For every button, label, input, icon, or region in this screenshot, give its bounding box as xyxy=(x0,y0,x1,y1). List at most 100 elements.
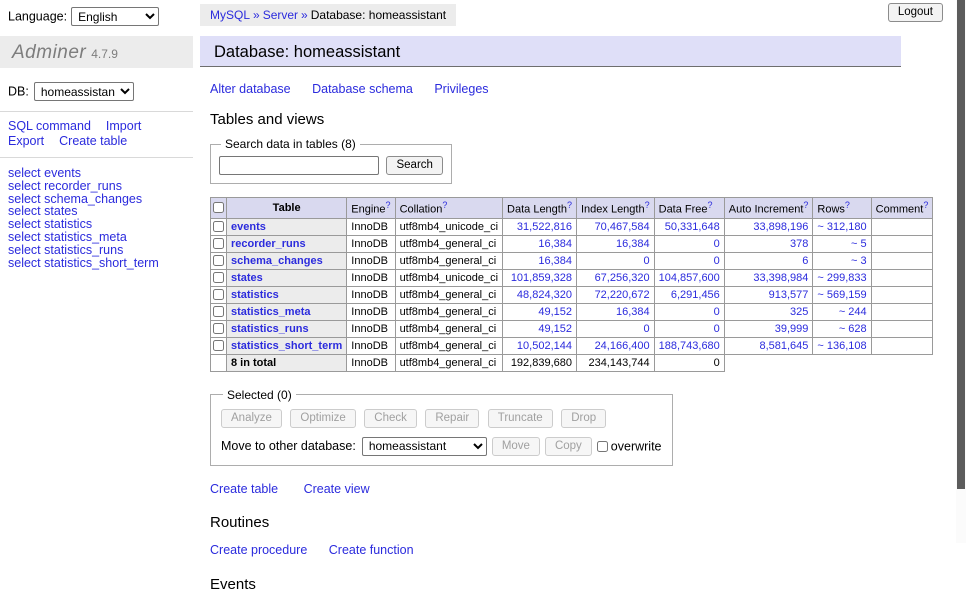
index-length-link[interactable]: 16,384 xyxy=(616,238,650,250)
breadcrumb-link-mysql[interactable]: MySQL xyxy=(210,8,250,22)
auto-increment-link[interactable]: 8,581,645 xyxy=(759,340,808,352)
copy-button[interactable]: Copy xyxy=(545,437,592,456)
breadcrumb-link-server[interactable]: Server xyxy=(263,8,298,22)
table-link[interactable]: statistics_short_term xyxy=(44,256,159,270)
search-button[interactable]: Search xyxy=(386,156,442,175)
data-free-link[interactable]: 50,331,648 xyxy=(665,221,720,233)
data-free-link[interactable]: 0 xyxy=(714,306,720,318)
auto-increment-link[interactable]: 6 xyxy=(802,255,808,267)
table-name-link[interactable]: schema_changes xyxy=(231,255,323,267)
auto-increment-link[interactable]: 39,999 xyxy=(775,323,809,335)
data-length-link[interactable]: 49,152 xyxy=(538,323,572,335)
header-row: Table Engine? Collation? Data Length? In… xyxy=(211,198,933,219)
data-free-link[interactable]: 6,291,456 xyxy=(671,289,720,301)
logout-button[interactable]: Logout xyxy=(888,3,943,22)
index-length-link[interactable]: 0 xyxy=(644,255,650,267)
repair-button[interactable]: Repair xyxy=(425,409,479,428)
move-database-select[interactable]: homeassistant xyxy=(362,437,487,456)
help-icon[interactable]: ? xyxy=(923,200,928,210)
row-checkbox[interactable] xyxy=(213,221,224,232)
help-icon[interactable]: ? xyxy=(803,200,808,210)
auto-increment-link[interactable]: 913,577 xyxy=(769,289,809,301)
sidebar-link-sql-command[interactable]: SQL command xyxy=(8,119,91,133)
overwrite-checkbox[interactable] xyxy=(597,441,608,452)
create-table-link[interactable]: Create table xyxy=(210,482,278,496)
collation-cell: utf8mb4_general_ci xyxy=(395,235,502,252)
analyze-button[interactable]: Analyze xyxy=(221,409,282,428)
table-name-link[interactable]: statistics_short_term xyxy=(231,340,342,352)
select-link[interactable]: select xyxy=(8,256,41,270)
auto-increment-link[interactable]: 325 xyxy=(790,306,808,318)
data-length-link[interactable]: 101,859,328 xyxy=(511,272,572,284)
help-icon[interactable]: ? xyxy=(708,200,713,210)
row-checkbox[interactable] xyxy=(213,340,224,351)
table-name-link[interactable]: states xyxy=(231,272,263,284)
database-schema-link[interactable]: Database schema xyxy=(312,82,413,96)
row-checkbox[interactable] xyxy=(213,272,224,283)
truncate-button[interactable]: Truncate xyxy=(488,409,553,428)
sidebar-link-import[interactable]: Import xyxy=(106,119,141,133)
language-select[interactable]: English xyxy=(71,7,159,26)
index-length-link[interactable]: 67,256,320 xyxy=(595,272,650,284)
data-free-link[interactable]: 188,743,680 xyxy=(659,340,720,352)
data-free-link[interactable]: 0 xyxy=(714,238,720,250)
data-free-link[interactable]: 0 xyxy=(714,255,720,267)
sidebar-link-create-table[interactable]: Create table xyxy=(59,134,127,148)
create-procedure-link[interactable]: Create procedure xyxy=(210,543,307,557)
help-icon[interactable]: ? xyxy=(845,200,850,210)
index-length-link[interactable]: 72,220,672 xyxy=(595,289,650,301)
drop-button[interactable]: Drop xyxy=(561,409,606,428)
table-name-link[interactable]: statistics xyxy=(231,289,279,301)
data-length-link[interactable]: 49,152 xyxy=(538,306,572,318)
index-length-link[interactable]: 70,467,584 xyxy=(595,221,650,233)
auto-increment-link[interactable]: 33,398,984 xyxy=(753,272,808,284)
data-free-link[interactable]: 104,857,600 xyxy=(659,272,720,284)
row-checkbox[interactable] xyxy=(213,306,224,317)
help-icon[interactable]: ? xyxy=(386,200,391,210)
help-icon[interactable]: ? xyxy=(567,200,572,210)
data-length-link[interactable]: 16,384 xyxy=(538,238,572,250)
rows-count-link[interactable]: ~ 136,108 xyxy=(817,340,866,352)
db-select[interactable]: homeassistant xyxy=(34,82,134,101)
data-length-link[interactable]: 10,502,144 xyxy=(517,340,572,352)
row-checkbox[interactable] xyxy=(213,323,224,334)
scrollbar-track[interactable] xyxy=(956,0,966,543)
auto-increment-link[interactable]: 378 xyxy=(790,238,808,250)
help-icon[interactable]: ? xyxy=(442,200,447,210)
scrollbar-thumb[interactable] xyxy=(957,0,965,489)
index-length-link[interactable]: 0 xyxy=(644,323,650,335)
rows-count-link[interactable]: ~ 312,180 xyxy=(817,221,866,233)
comment-cell xyxy=(871,320,933,337)
sidebar-link-export[interactable]: Export xyxy=(8,134,44,148)
search-input[interactable] xyxy=(219,156,379,175)
data-free-link[interactable]: 0 xyxy=(714,323,720,335)
data-length-link[interactable]: 48,824,320 xyxy=(517,289,572,301)
optimize-button[interactable]: Optimize xyxy=(290,409,355,428)
table-name-link[interactable]: statistics_runs xyxy=(231,323,309,335)
help-icon[interactable]: ? xyxy=(645,200,650,210)
index-length-link[interactable]: 24,166,400 xyxy=(595,340,650,352)
table-name-link[interactable]: recorder_runs xyxy=(231,238,306,250)
alter-database-link[interactable]: Alter database xyxy=(210,82,291,96)
check-button[interactable]: Check xyxy=(364,409,417,428)
move-button[interactable]: Move xyxy=(492,437,540,456)
rows-count-link[interactable]: ~ 569,159 xyxy=(817,289,866,301)
rows-count-link[interactable]: ~ 628 xyxy=(839,323,867,335)
rows-count-link[interactable]: ~ 5 xyxy=(851,238,867,250)
auto-increment-link[interactable]: 33,898,196 xyxy=(753,221,808,233)
create-view-link[interactable]: Create view xyxy=(304,482,370,496)
rows-count-link[interactable]: ~ 3 xyxy=(851,255,867,267)
data-length-link[interactable]: 31,522,816 xyxy=(517,221,572,233)
privileges-link[interactable]: Privileges xyxy=(434,82,488,96)
row-checkbox[interactable] xyxy=(213,238,224,249)
row-checkbox[interactable] xyxy=(213,289,224,300)
rows-count-link[interactable]: ~ 299,833 xyxy=(817,272,866,284)
data-length-link[interactable]: 16,384 xyxy=(538,255,572,267)
select-all-checkbox[interactable] xyxy=(213,202,224,213)
index-length-link[interactable]: 16,384 xyxy=(616,306,650,318)
table-name-link[interactable]: statistics_meta xyxy=(231,306,311,318)
rows-count-link[interactable]: ~ 244 xyxy=(839,306,867,318)
table-name-link[interactable]: events xyxy=(231,221,266,233)
create-function-link[interactable]: Create function xyxy=(329,543,414,557)
row-checkbox[interactable] xyxy=(213,255,224,266)
